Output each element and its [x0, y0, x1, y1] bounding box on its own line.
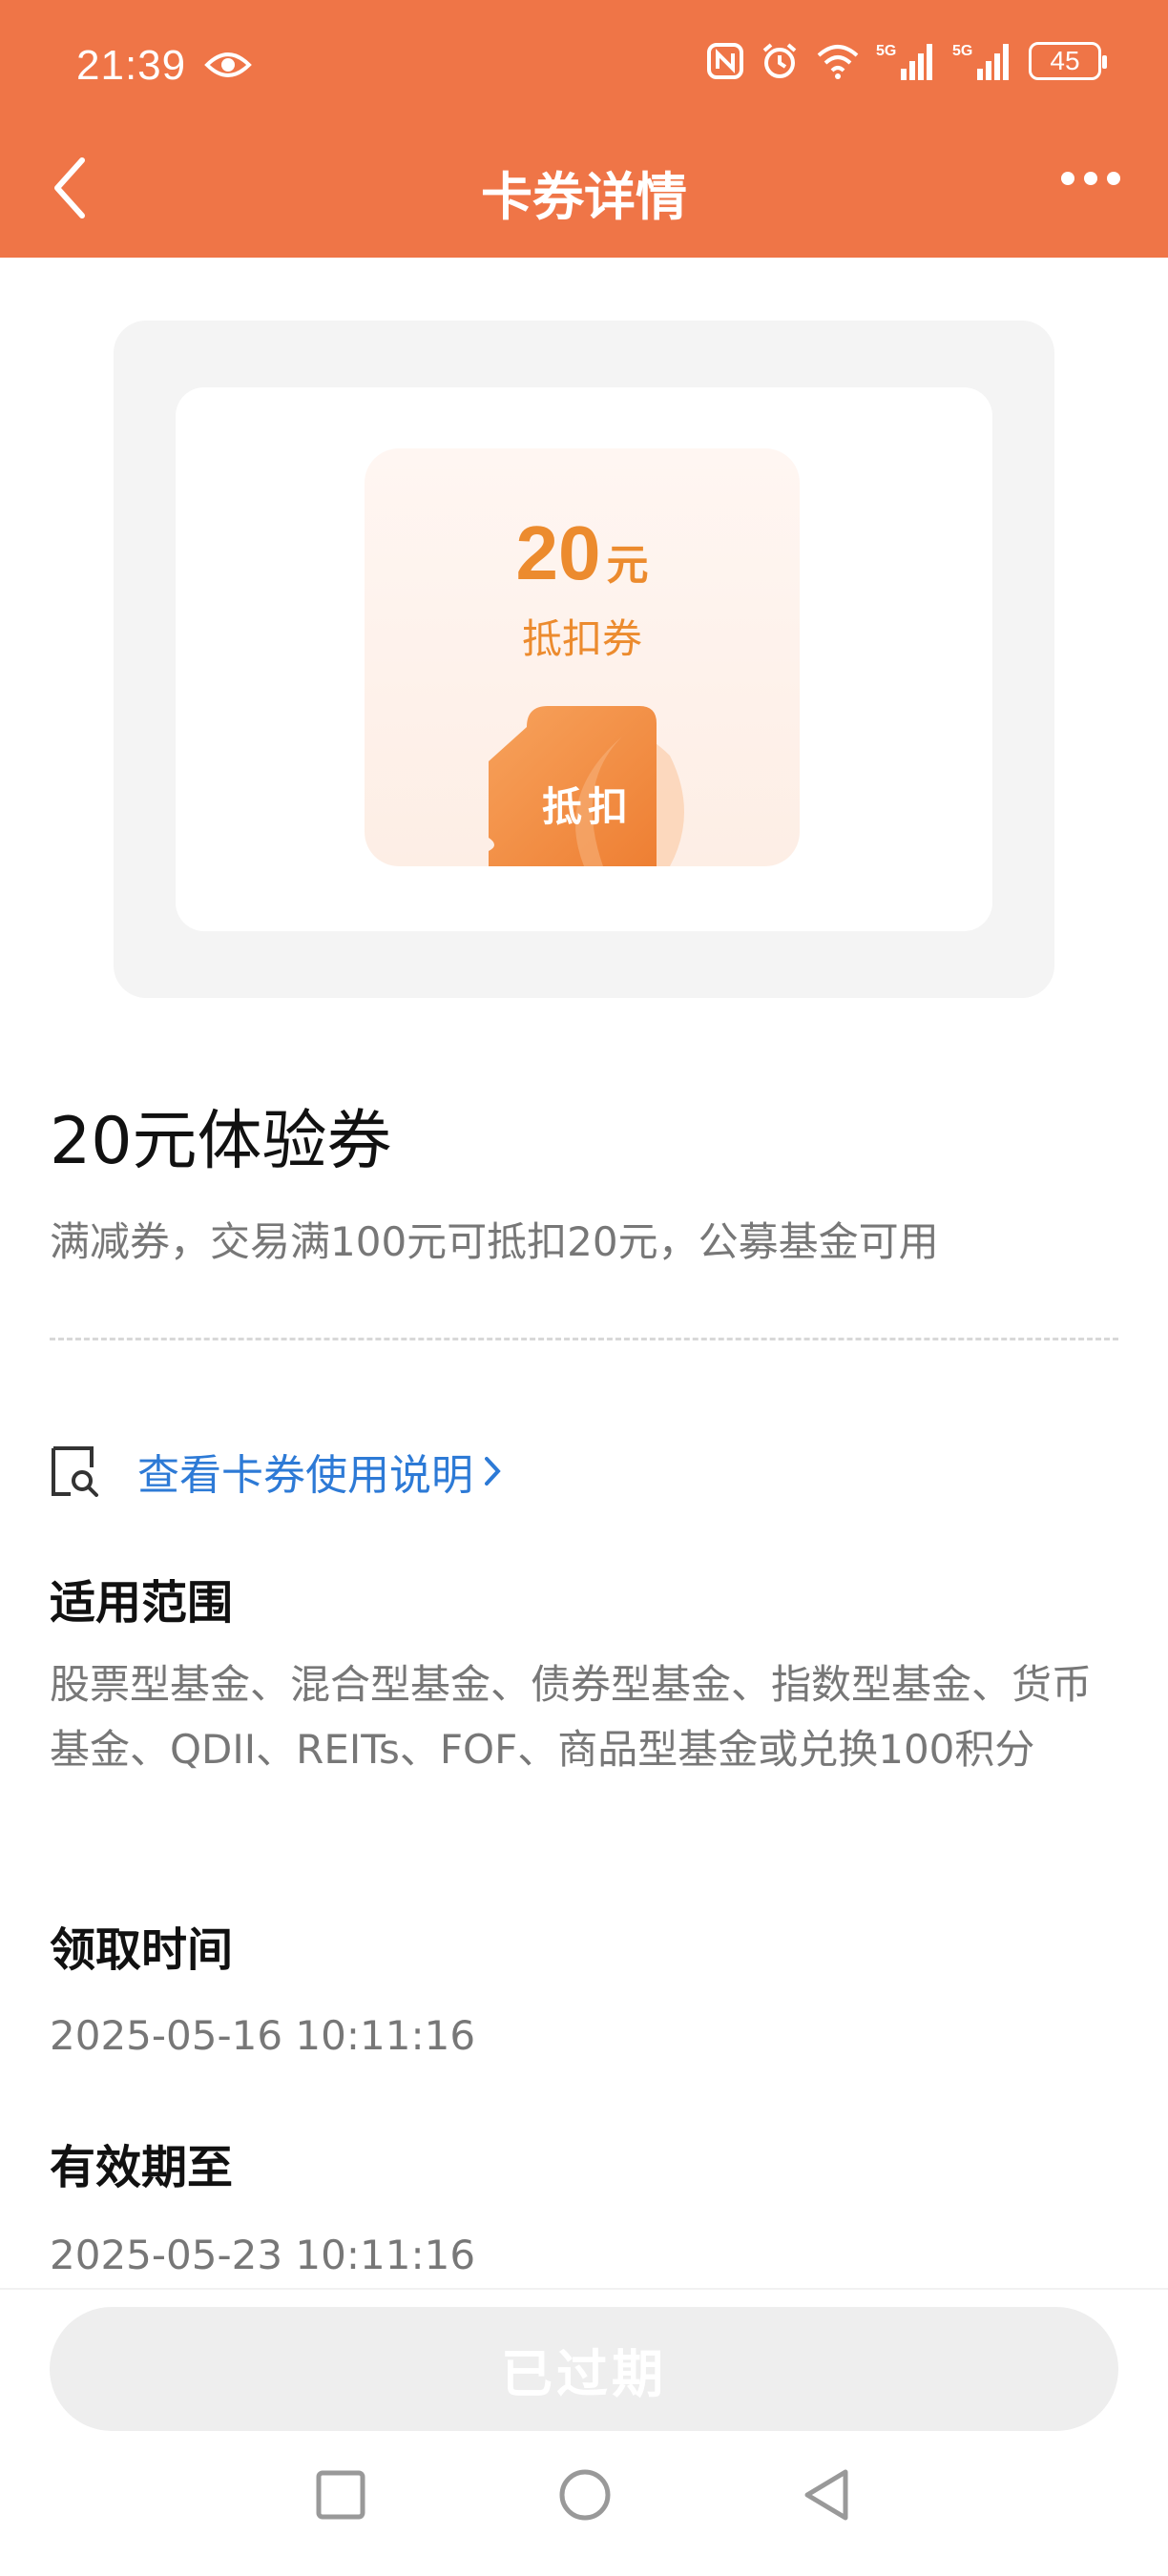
coupon-type: 抵扣券: [521, 615, 642, 662]
chevron-right-icon: [485, 1457, 501, 1485]
svg-text:5G: 5G: [952, 43, 972, 59]
dashed-divider: [50, 1338, 1118, 1340]
dot: [1084, 172, 1097, 185]
status-icons: 5G 5G 45: [706, 40, 1107, 82]
usage-link-label[interactable]: 查看卡券使用说明: [137, 1441, 473, 1502]
coupon-tile: 20 元 抵扣券 抵扣: [365, 448, 800, 866]
coupon-amount-value: 20: [515, 510, 601, 595]
wifi-icon: [817, 45, 859, 79]
ticket-label: 抵扣: [542, 783, 635, 830]
top-bar: 21:39 5G 5G 45 卡券详情: [0, 0, 1168, 258]
dot: [1107, 172, 1120, 185]
expired-button: 已过期: [50, 2307, 1118, 2431]
scope-title: 适用范围: [50, 1576, 234, 1630]
coupon-description: 满减券，交易满100元可抵扣20元，公募基金可用: [50, 1218, 939, 1265]
scope-value: 股票型基金、混合型基金、债券型基金、指数型基金、货币基金、QDII、REITs、…: [50, 1661, 1093, 1773]
battery-level: 45: [1050, 46, 1080, 75]
battery-icon: 45: [1029, 42, 1107, 80]
more-dots-icon[interactable]: [1061, 172, 1120, 185]
5g-signal-icon: 5G: [952, 43, 1009, 80]
document-search-icon: [52, 1446, 98, 1497]
received-time-title: 领取时间: [50, 1923, 234, 1977]
svg-text:5G: 5G: [876, 43, 896, 59]
back-triangle-icon[interactable]: [802, 2467, 851, 2523]
coupon-name: 20元体验券: [50, 1104, 392, 1179]
nfc-icon: [707, 43, 743, 79]
dot: [1061, 172, 1074, 185]
bottom-separator: [0, 2288, 1168, 2290]
home-circle-icon[interactable]: [557, 2467, 613, 2523]
received-time-value: 2025-05-16 10:11:16: [50, 2012, 476, 2059]
status-time: 21:39: [76, 42, 187, 89]
recents-square-icon[interactable]: [315, 2469, 366, 2521]
page-title: 卡券详情: [481, 167, 687, 227]
eye-icon: [204, 52, 252, 77]
coupon-amount-unit: 元: [606, 541, 649, 590]
system-nav-bar: [0, 2462, 1168, 2557]
5g-signal-icon: 5G: [876, 43, 932, 80]
usage-instructions-link[interactable]: 查看卡券使用说明: [50, 1441, 502, 1502]
expiry-title: 有效期至: [50, 2141, 234, 2194]
coupon-amount: 20 元: [365, 509, 800, 597]
expiry-value: 2025-05-23 10:11:16: [50, 2232, 476, 2278]
alarm-icon: [762, 43, 797, 78]
